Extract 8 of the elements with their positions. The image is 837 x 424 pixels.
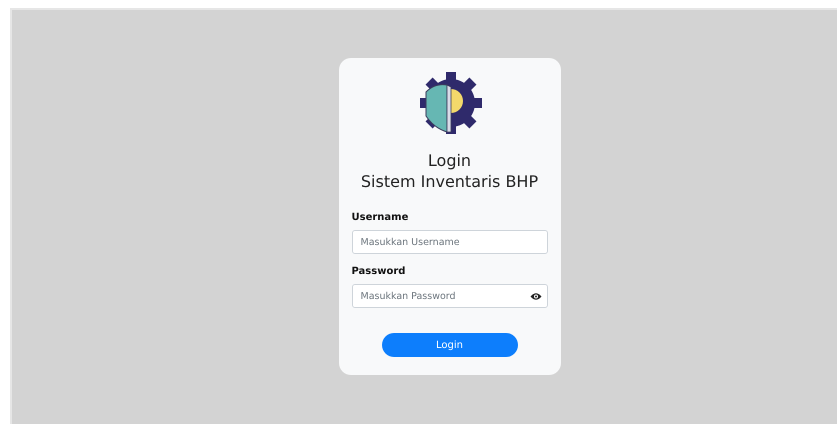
eye-icon[interactable]	[530, 292, 542, 301]
field-label: Username	[352, 212, 410, 223]
username-field[interactable]: Masukkan Username	[352, 230, 548, 254]
field-label: Password	[352, 266, 406, 277]
login-title: Sistem Inventaris BHP	[360, 171, 540, 192]
login-title: Login	[426, 150, 472, 171]
login-button[interactable]: Login	[382, 333, 518, 357]
password-field[interactable]: Masukkan Password	[352, 284, 548, 308]
